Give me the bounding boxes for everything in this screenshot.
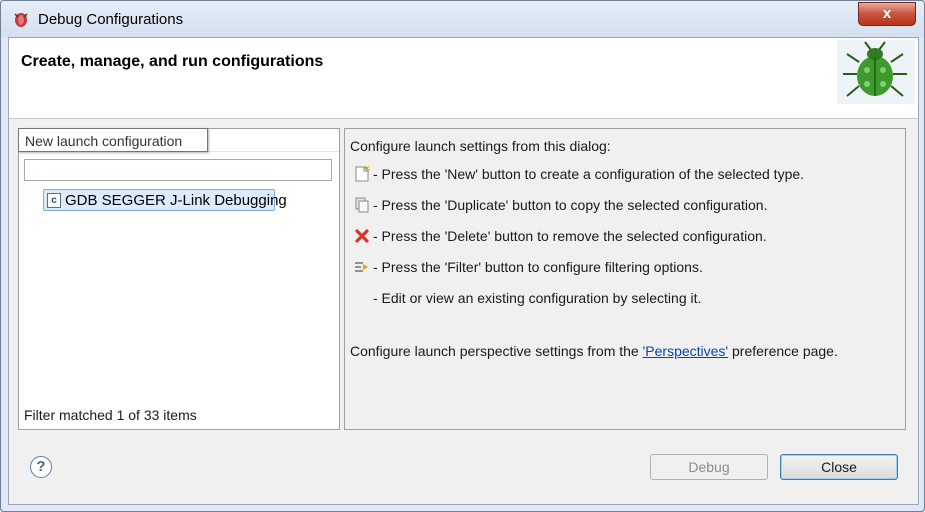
info-line-text: - Press the 'Duplicate' button to copy t… [373, 197, 768, 213]
filter-status: Filter matched 1 of 33 items [24, 407, 197, 423]
filter-input[interactable] [24, 159, 332, 181]
perspectives-suffix: preference page. [728, 343, 838, 359]
new-config-tooltip: New launch configuration [18, 128, 208, 152]
help-icon[interactable]: ? [30, 456, 52, 478]
close-button[interactable]: Close [780, 454, 898, 480]
eclipse-debug-icon [14, 13, 28, 27]
debug-configurations-window: Debug Configurations x Create, manage, a… [0, 0, 925, 512]
tree-item-gdb-segger-jlink[interactable]: c GDB SEGGER J-Link Debugging [43, 189, 287, 211]
page-title: Create, manage, and run configurations [21, 53, 324, 70]
duplicate-icon [355, 197, 369, 213]
filter-icon [355, 262, 368, 272]
c-icon: c [47, 193, 61, 208]
delete-icon [355, 229, 369, 243]
title-bar[interactable]: Debug Configurations x [1, 1, 924, 37]
dialog-header: Create, manage, and run configurations [9, 38, 918, 119]
tree-item-label: GDB SEGGER J-Link Debugging [65, 192, 287, 209]
info-intro: Configure launch settings from this dial… [350, 138, 611, 154]
debug-bug-icon [837, 40, 915, 104]
window-close-button[interactable]: x [858, 2, 916, 26]
dialog-client-area: Create, manage, and run configurations c… [8, 37, 919, 505]
new-config-icon [355, 165, 371, 182]
perspectives-prefix: Configure launch perspective settings fr… [350, 343, 643, 359]
launch-settings-info-panel: Configure launch settings from this dial… [344, 128, 906, 430]
info-line-text: - Press the 'Filter' button to configure… [373, 259, 703, 275]
info-line-text: - Edit or view an existing configuration… [373, 290, 702, 306]
info-line-text: - Press the 'New' button to create a con… [373, 166, 805, 182]
debug-button[interactable]: Debug [650, 454, 768, 480]
perspectives-line: Configure launch perspective settings fr… [350, 343, 838, 359]
window-title: Debug Configurations [38, 11, 184, 28]
configuration-tree-panel: c GDB SEGGER J-Link Debugging Filter mat… [18, 128, 340, 430]
info-line-text: - Press the 'Delete' button to remove th… [373, 228, 767, 244]
perspectives-link[interactable]: 'Perspectives' [643, 343, 729, 359]
